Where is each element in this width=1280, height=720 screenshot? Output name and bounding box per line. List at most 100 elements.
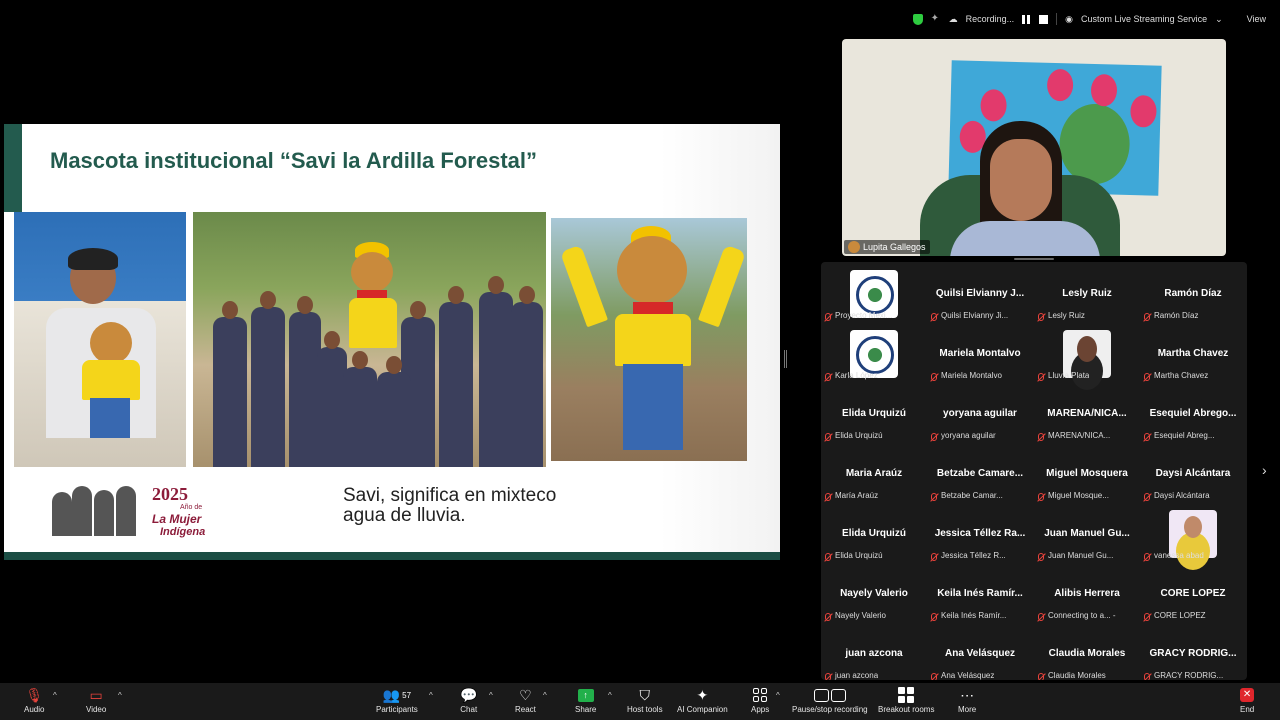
ai-companion-label: AI Companion <box>677 705 728 714</box>
participant-tile[interactable]: CORE LOPEZ CORE LOPEZ <box>1140 566 1246 626</box>
participant-display-name: Maria Araúz <box>845 468 903 479</box>
logo-line3: Indígena <box>160 526 206 538</box>
ai-companion-button[interactable]: ✦ AI Companion <box>677 686 728 718</box>
participant-name-label: Betzabe Camar... <box>941 491 1003 500</box>
participant-name-label: Juan Manuel Gu... <box>1048 551 1114 560</box>
participant-name-label: CORE LOPEZ <box>1154 611 1206 620</box>
panel-splitter-handle[interactable] <box>784 350 787 368</box>
participant-tile[interactable]: juan azcona juan azcona <box>821 626 927 680</box>
shared-screen-slide[interactable]: Mascota institucional “Savi la Ardilla F… <box>4 124 780 560</box>
audio-caret-icon[interactable]: ^ <box>53 691 57 700</box>
participant-tile[interactable]: Mariela Montalvo Mariela Montalvo <box>927 326 1033 386</box>
host-tools-button[interactable]: ⛉ Host tools <box>627 686 663 718</box>
participant-name-label: Proyecto Mexi... <box>835 311 893 320</box>
participant-tile[interactable]: Lluvia Plata <box>1034 326 1140 386</box>
photo-mascot-costume <box>551 218 747 461</box>
participant-tile[interactable]: Quilsi Elvianny J... Quilsi Elvianny Ji..… <box>927 266 1033 326</box>
participant-tile[interactable]: Keila Inés Ramír... Keila Inés Ramír... <box>927 566 1033 626</box>
live-stream-label[interactable]: Custom Live Streaming Service <box>1081 14 1207 24</box>
end-meeting-button[interactable]: ✕ End <box>1240 686 1254 718</box>
grid-icon <box>898 686 915 704</box>
participant-tile[interactable]: Elida Urquizú Elida Urquizú <box>821 506 927 566</box>
speaker-resize-handle[interactable] <box>1014 258 1054 260</box>
participant-display-name: Alibis Herrera <box>1054 588 1120 599</box>
participant-name-label: Lesly Ruiz <box>1048 311 1085 320</box>
participants-button[interactable]: 👥 57 Participants <box>376 686 418 718</box>
participant-tile[interactable]: Martha Chavez Martha Chavez <box>1140 326 1246 386</box>
participant-display-name: Elida Urquizú <box>842 408 906 419</box>
participant-tile[interactable]: Claudia Morales Claudia Morales <box>1034 626 1140 680</box>
view-menu-button[interactable]: View <box>1247 14 1266 24</box>
chevron-down-icon[interactable]: ⌄ <box>1215 14 1223 25</box>
video-off-icon: ▭ <box>89 686 103 703</box>
share-caret-icon[interactable]: ^ <box>608 691 612 700</box>
chat-caret-icon[interactable]: ^ <box>489 691 493 700</box>
pause-recording-icon[interactable] <box>1022 14 1031 24</box>
slide-accent-bar <box>4 124 22 212</box>
participant-tile[interactable]: Alibis Herrera Connecting to a... - <box>1034 566 1140 626</box>
participant-tile[interactable]: Proyecto Mexi... <box>821 266 927 326</box>
participant-name-label: Connecting to a... - <box>1048 611 1116 620</box>
react-caret-icon[interactable]: ^ <box>543 691 547 700</box>
participant-tile[interactable]: Esequiel Abrego... Esequiel Abreg... <box>1140 386 1246 446</box>
participants-gallery: Proyecto Mexi... Quilsi Elvianny J... Quil… <box>821 262 1247 680</box>
participants-caret-icon[interactable]: ^ <box>429 691 433 700</box>
participant-tile[interactable]: Lesly Ruiz Lesly Ruiz <box>1034 266 1140 326</box>
encryption-shield-icon[interactable] <box>912 13 923 25</box>
recording-status-label: Recording... <box>965 14 1015 24</box>
active-speaker-video[interactable]: Lupita Gallegos <box>842 39 1226 256</box>
recording-controls-icon <box>813 686 846 704</box>
participant-display-name: MARENA/NICA... <box>1047 408 1127 419</box>
participant-tile[interactable]: Daysi Alcántara Daysi Alcántara <box>1140 446 1246 506</box>
share-label: Share <box>575 705 597 714</box>
end-label: End <box>1240 705 1255 714</box>
participant-name-label: Elida Urquizú <box>835 431 883 440</box>
apps-button[interactable]: Apps <box>751 686 769 718</box>
chevron-right-icon[interactable]: › <box>1262 462 1267 478</box>
breakout-rooms-button[interactable]: Breakout rooms <box>878 686 934 718</box>
participant-tile[interactable]: Jessica Téllez Ra... Jessica Téllez R... <box>927 506 1033 566</box>
participant-tile[interactable]: yoryana aguilar yoryana aguilar <box>927 386 1033 446</box>
pause-stop-label: Pause/stop recording <box>792 705 868 714</box>
participant-tile[interactable]: Ana Velásquez Ana Velásquez <box>927 626 1033 680</box>
participant-tile[interactable]: Nayely Valerio Nayely Valerio <box>821 566 927 626</box>
react-button[interactable]: ♡ React <box>515 686 536 718</box>
stop-recording-icon[interactable] <box>1039 14 1049 24</box>
participant-tile[interactable]: Juan Manuel Gu... Juan Manuel Gu... <box>1034 506 1140 566</box>
participant-tile[interactable]: Miguel Mosquera Miguel Mosque... <box>1034 446 1140 506</box>
participant-name-label: MARENA/NICA... <box>1048 431 1111 440</box>
more-button[interactable]: ⋯ More <box>958 686 976 718</box>
participant-tile[interactable]: vanessa abad <box>1140 506 1246 566</box>
chat-button[interactable]: 💬 Chat <box>460 686 477 718</box>
participant-tile[interactable]: Karla López <box>821 326 927 386</box>
participant-tile[interactable]: Maria Araúz María Araúz <box>821 446 927 506</box>
participant-display-name: Ana Velásquez <box>944 648 1016 659</box>
participant-name-label: Karla López <box>835 371 878 380</box>
participant-name-label: GRACY RODRIG... <box>1154 671 1224 680</box>
participant-name-label: Martha Chavez <box>1154 371 1209 380</box>
participant-name-label: Quilsi Elvianny Ji... <box>941 311 1009 320</box>
speaker-person <box>920 121 1120 256</box>
apps-caret-icon[interactable]: ^ <box>776 691 780 700</box>
participant-name-label: Mariela Montalvo <box>941 371 1002 380</box>
participant-display-name: Ramón Díaz <box>1164 288 1222 299</box>
participant-tile[interactable]: Ramón Díaz Ramón Díaz <box>1140 266 1246 326</box>
participant-display-name: Claudia Morales <box>1048 648 1126 659</box>
audio-button[interactable]: 🎙 Audio <box>24 686 44 718</box>
share-button[interactable]: ↑ Share <box>575 686 596 718</box>
participant-tile[interactable]: Betzabe Camare... Betzabe Camar... <box>927 446 1033 506</box>
participant-display-name: Lesly Ruiz <box>1062 288 1112 299</box>
pause-stop-recording-button[interactable]: Pause/stop recording <box>792 686 868 718</box>
participant-tile[interactable]: Elida Urquizú Elida Urquizú <box>821 386 927 446</box>
painting-fruit <box>1130 94 1157 128</box>
participant-display-name: Esequiel Abrego... <box>1149 408 1237 419</box>
participant-tile[interactable]: GRACY RODRIG... GRACY RODRIG... <box>1140 626 1246 680</box>
plush-mascot <box>76 322 146 442</box>
sparkle-icon[interactable]: ✦ <box>931 14 941 24</box>
video-caret-icon[interactable]: ^ <box>118 691 122 700</box>
speaker-shirt <box>950 221 1100 256</box>
video-button[interactable]: ▭ Video <box>86 686 106 718</box>
participant-tile[interactable]: MARENA/NICA... MARENA/NICA... <box>1034 386 1140 446</box>
participant-name-label: Esequiel Abreg... <box>1154 431 1215 440</box>
breakout-label: Breakout rooms <box>878 705 935 714</box>
